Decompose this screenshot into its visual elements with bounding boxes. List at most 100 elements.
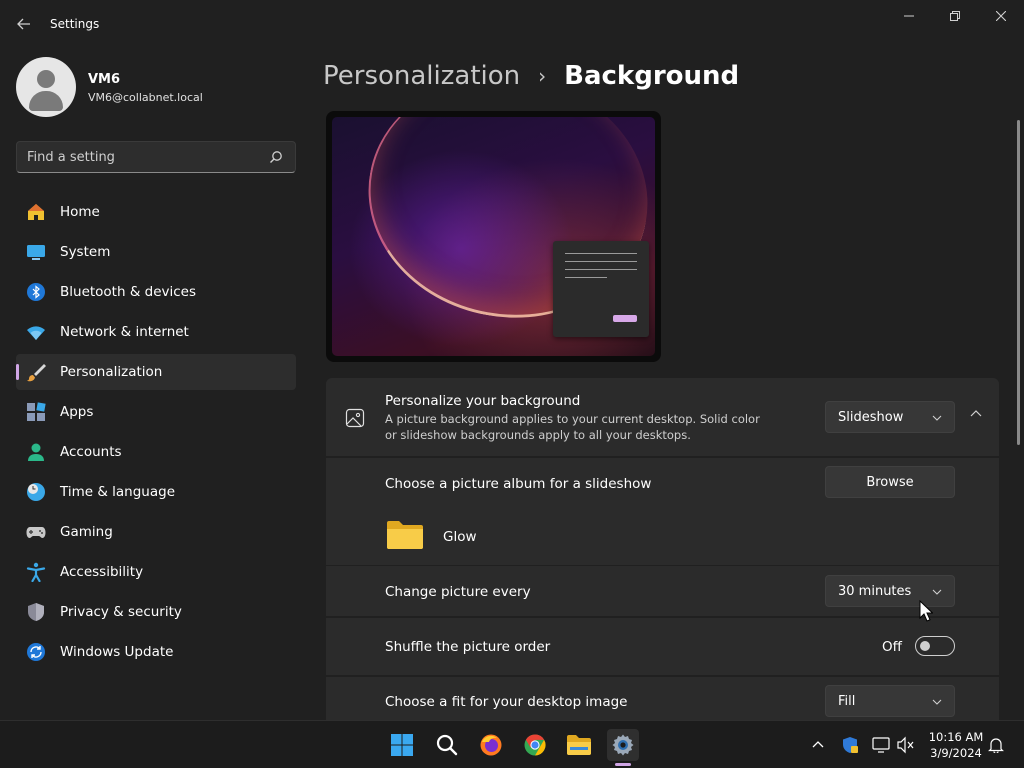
close-icon [996, 11, 1006, 21]
sidebar-item-network[interactable]: Network & internet [16, 314, 296, 350]
firefox-icon [480, 734, 502, 756]
taskbar-file-explorer[interactable] [563, 729, 595, 761]
sidebar-item-label: Gaming [60, 524, 113, 540]
browse-button[interactable]: Browse [825, 466, 955, 498]
sidebar-item-windows-update[interactable]: Windows Update [16, 634, 296, 670]
tray-overflow-button[interactable] [808, 735, 828, 755]
sidebar-item-privacy-security[interactable]: Privacy & security [16, 594, 296, 630]
album-folder-name: Glow [443, 529, 477, 545]
start-icon [391, 734, 413, 756]
tray-network[interactable] [871, 735, 891, 755]
fit-dropdown[interactable]: Fill [825, 685, 955, 717]
security-shield-icon [843, 737, 858, 753]
user-email: VM6@collabnet.local [88, 91, 203, 104]
minimize-icon [904, 15, 914, 17]
sidebar-item-label: Windows Update [60, 644, 174, 660]
preview-line [565, 261, 637, 262]
taskbar-chrome[interactable] [519, 729, 551, 761]
dropdown-value: 30 minutes [838, 584, 912, 599]
arrow-left-icon [17, 18, 30, 30]
sidebar-item-gaming[interactable]: Gaming [16, 514, 296, 550]
shield-icon [28, 603, 44, 621]
preview-wallpaper [332, 117, 655, 356]
scrollbar[interactable] [1017, 120, 1020, 445]
preview-line [565, 277, 607, 278]
wifi-icon [27, 326, 45, 340]
shuffle-label: Shuffle the picture order [385, 639, 551, 655]
shuffle-state-label: Off [882, 639, 902, 655]
user-name: VM6 [88, 72, 121, 87]
background-card-title: Personalize your background [385, 393, 581, 409]
update-icon [27, 643, 45, 661]
accounts-icon [28, 443, 44, 461]
sidebar-item-system[interactable]: System [16, 234, 296, 270]
sidebar-item-label: Apps [60, 404, 94, 420]
preview-line [565, 253, 637, 254]
network-icon [872, 737, 890, 753]
sidebar-item-label: Network & internet [60, 324, 189, 340]
taskbar-settings[interactable] [607, 729, 639, 761]
search-box[interactable] [16, 141, 296, 173]
restore-button[interactable] [932, 0, 978, 32]
sidebar-item-personalization[interactable]: Personalization [16, 354, 296, 390]
minimize-button[interactable] [886, 0, 932, 32]
clock-date: 3/9/2024 [930, 746, 982, 760]
chevron-down-icon [932, 589, 942, 595]
fit-row: Choose a fit for your desktop image Fill [326, 677, 999, 720]
sidebar-item-time-language[interactable]: Time & language [16, 474, 296, 510]
change-picture-row: Change picture every 30 minutes [326, 566, 999, 616]
sidebar-item-label: System [60, 244, 111, 260]
sidebar-item-accessibility[interactable]: Accessibility [16, 554, 296, 590]
tray-security[interactable] [840, 735, 860, 755]
avatar[interactable] [16, 57, 76, 117]
title-bar: Settings [0, 0, 1024, 48]
background-type-dropdown[interactable]: Slideshow [825, 401, 955, 433]
clock-time: 10:16 AM [928, 730, 984, 744]
dropdown-value: Slideshow [838, 410, 904, 425]
bluetooth-icon [27, 283, 45, 301]
change-picture-dropdown[interactable]: 30 minutes [825, 575, 955, 607]
back-button[interactable] [12, 12, 36, 36]
search-input[interactable] [17, 142, 257, 172]
close-button[interactable] [978, 0, 1024, 32]
notifications-button[interactable] [986, 735, 1006, 755]
breadcrumb-separator: › [538, 64, 547, 88]
album-label: Choose a picture album for a slideshow [385, 476, 652, 492]
breadcrumb: Personalization › Background [323, 58, 739, 94]
preview-window [553, 241, 649, 337]
restore-icon [950, 11, 960, 21]
sidebar-item-apps[interactable]: Apps [16, 394, 296, 430]
volume-muted-icon [897, 736, 914, 754]
collapse-button[interactable] [964, 402, 988, 426]
avatar-body [29, 91, 63, 111]
home-icon [28, 204, 44, 220]
taskbar-firefox[interactable] [475, 729, 507, 761]
taskbar-clock[interactable]: 10:16 AM 3/9/2024 [926, 729, 986, 761]
breadcrumb-parent[interactable]: Personalization [323, 61, 520, 91]
taskbar-search-button[interactable] [431, 729, 463, 761]
tray-volume[interactable] [896, 735, 916, 755]
sidebar-item-bluetooth[interactable]: Bluetooth & devices [16, 274, 296, 310]
search-icon[interactable] [269, 150, 283, 164]
preview-button [613, 315, 637, 322]
sidebar-item-label: Privacy & security [60, 604, 182, 620]
slideshow-album-row: Choose a picture album for a slideshow B… [326, 458, 999, 565]
search-icon [436, 734, 458, 756]
change-picture-label: Change picture every [385, 584, 531, 600]
toggle-knob [920, 641, 930, 651]
sidebar-item-label: Home [60, 204, 100, 220]
sidebar-item-accounts[interactable]: Accounts [16, 434, 296, 470]
folder-icon [387, 521, 423, 549]
picture-icon [345, 408, 365, 428]
avatar-head [37, 70, 55, 88]
desktop-preview [326, 111, 661, 362]
chevron-down-icon [932, 415, 942, 421]
shuffle-row: Shuffle the picture order Off [326, 618, 999, 675]
system-icon [27, 245, 45, 260]
shuffle-toggle[interactable] [915, 636, 955, 656]
start-button[interactable] [386, 729, 418, 761]
active-app-indicator [615, 763, 631, 766]
sidebar-item-home[interactable]: Home [16, 194, 296, 230]
chevron-up-icon [812, 741, 824, 748]
page-title: Background [564, 61, 740, 91]
